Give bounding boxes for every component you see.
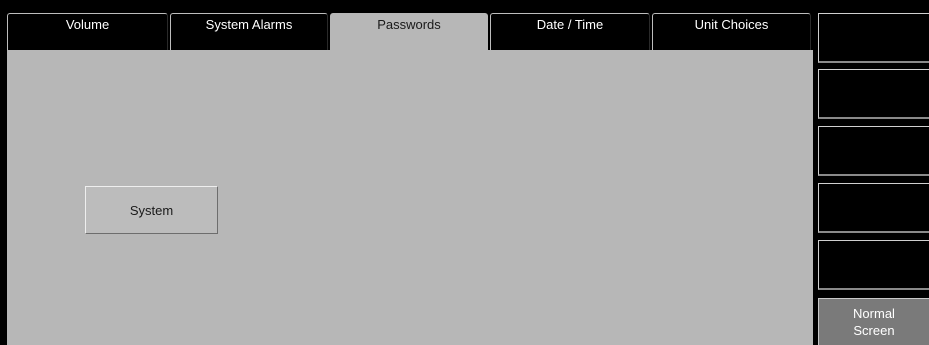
tab-label: Unit Choices: [694, 17, 769, 32]
system-button-label: System: [129, 202, 174, 218]
tab-bar: Volume System Alarms Passwords Date / Ti…: [7, 13, 813, 53]
softkey-2[interactable]: [818, 69, 929, 119]
softkey-1[interactable]: [818, 13, 929, 63]
tab-unit-choices[interactable]: Unit Choices: [652, 13, 811, 50]
normal-screen-label-line1: Normal: [853, 306, 895, 321]
tab-label: Passwords: [377, 17, 441, 32]
tab-volume[interactable]: Volume: [7, 13, 168, 50]
passwords-panel: System: [7, 50, 813, 345]
tab-label: Date / Time: [536, 17, 604, 32]
normal-screen-button[interactable]: Normal Screen: [818, 298, 929, 345]
screen: Volume System Alarms Passwords Date / Ti…: [0, 0, 929, 345]
system-password-button[interactable]: System: [85, 186, 218, 234]
tab-label: Volume: [65, 17, 110, 32]
normal-screen-label-line2: Screen: [853, 323, 895, 338]
softkey-5[interactable]: [818, 240, 929, 290]
tab-date-time[interactable]: Date / Time: [490, 13, 650, 50]
softkey-column: Normal Screen: [818, 13, 929, 345]
tab-system-alarms[interactable]: System Alarms: [170, 13, 328, 50]
softkey-4[interactable]: [818, 183, 929, 233]
tab-passwords[interactable]: Passwords: [330, 13, 488, 53]
tab-label: System Alarms: [205, 17, 293, 32]
softkey-3[interactable]: [818, 126, 929, 176]
